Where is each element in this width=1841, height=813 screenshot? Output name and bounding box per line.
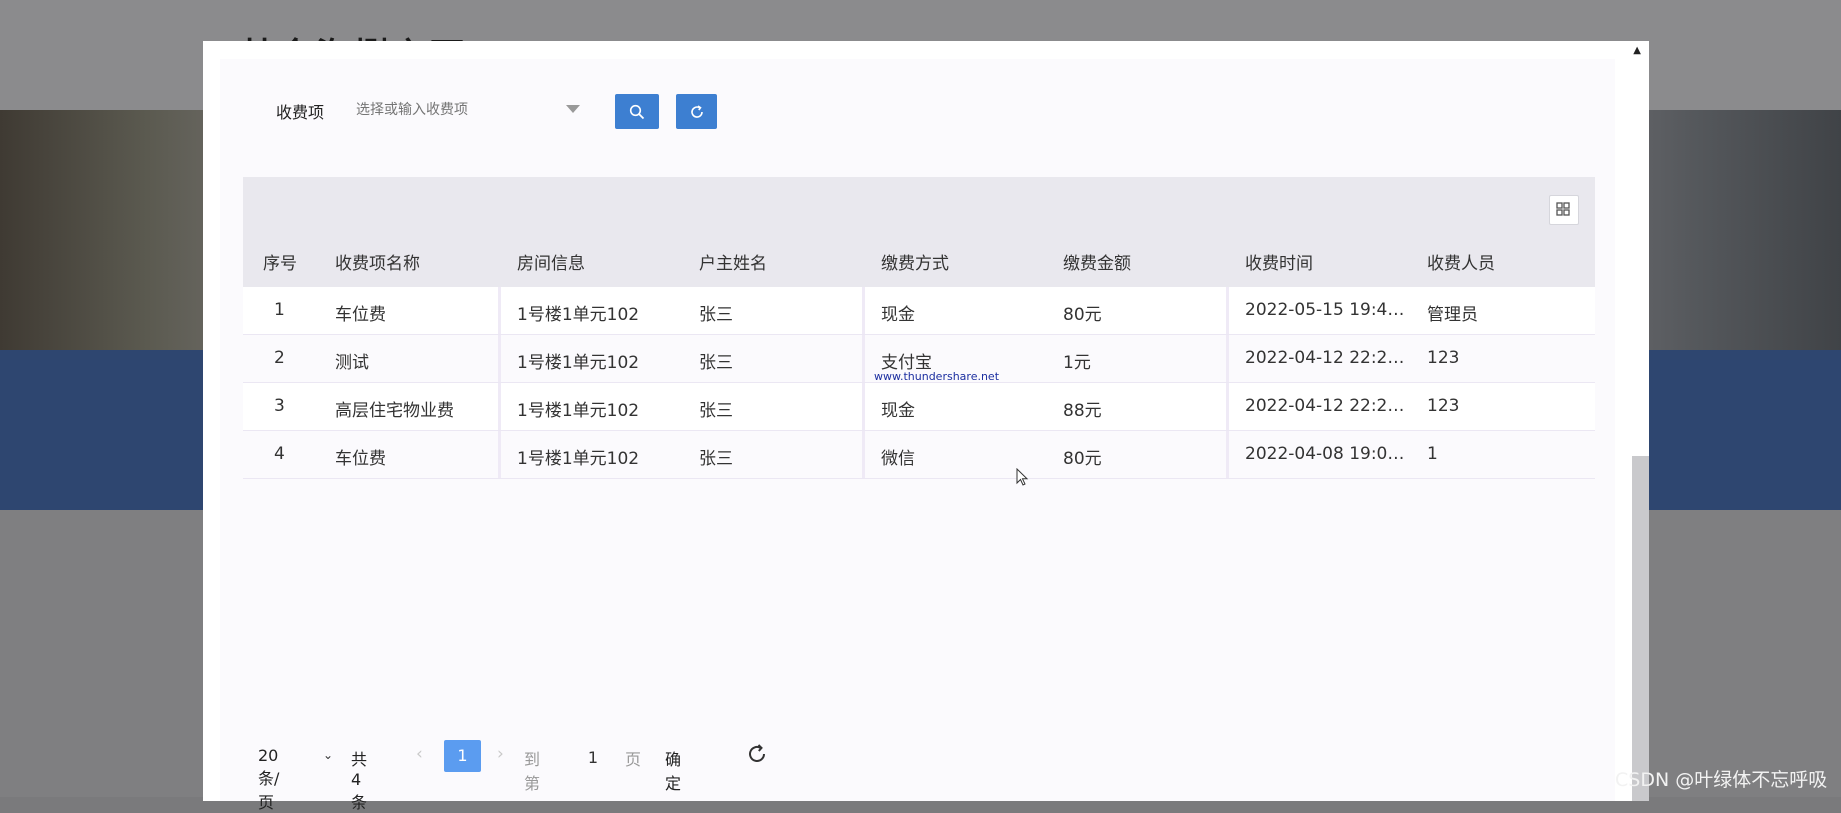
table-header: 序号 收费项名称 房间信息 户主姓名 缴费方式 缴费金额 收费时间 收费人员 xyxy=(243,177,1595,287)
cell-charge-item: 车位费 xyxy=(335,449,386,469)
table-row[interactable]: 3 高层住宅物业费 1号楼1单元102 张三 现金 88元 2022-04-12… xyxy=(243,383,1595,431)
cell-owner: 张三 xyxy=(699,401,733,421)
charge-records-modal: ▲ 收费项 选择或输入收费项 序号 收费项名称 房间信息 户主姓名 缴费方式 缴… xyxy=(203,41,1649,801)
column-divider xyxy=(1226,287,1229,334)
table-row[interactable]: 1 车位费 1号楼1单元102 张三 现金 80元 2022-05-15 19:… xyxy=(243,287,1595,335)
cell-collector: 1 xyxy=(1427,444,1438,464)
column-header-charge-time[interactable]: 收费时间 xyxy=(1245,249,1313,274)
search-button[interactable] xyxy=(615,94,659,129)
charge-item-select-input[interactable] xyxy=(354,89,598,131)
total-count: 共 4 条 xyxy=(351,750,368,812)
column-header-owner[interactable]: 户主姓名 xyxy=(699,249,767,274)
refresh-button[interactable] xyxy=(676,94,717,129)
cell-amount: 80元 xyxy=(1063,305,1102,325)
column-divider xyxy=(1226,431,1229,478)
cell-owner: 张三 xyxy=(699,353,733,373)
grid-icon xyxy=(1556,202,1570,216)
column-header-room[interactable]: 房间信息 xyxy=(517,249,585,274)
column-header-charge-item[interactable]: 收费项名称 xyxy=(335,249,420,274)
charge-records-table: 序号 收费项名称 房间信息 户主姓名 缴费方式 缴费金额 收费时间 收费人员 1… xyxy=(243,177,1595,479)
column-divider xyxy=(862,287,865,334)
source-credit: CSDN @叶绿体不忘呼吸 xyxy=(1615,769,1828,791)
charge-item-label: 收费项 xyxy=(276,103,325,122)
page-size-select[interactable]: 20 条/页 xyxy=(258,746,279,813)
cell-index: 1 xyxy=(274,300,285,320)
prev-page-icon[interactable]: ‹ xyxy=(416,744,423,764)
cell-charge-item: 车位费 xyxy=(335,305,386,325)
column-divider xyxy=(498,431,501,478)
column-divider xyxy=(862,335,865,382)
cell-collector: 管理员 xyxy=(1427,305,1478,325)
page-unit-label: 页 xyxy=(625,750,642,769)
cell-payment-method: 微信 xyxy=(881,449,915,469)
content-panel: 收费项 选择或输入收费项 序号 收费项名称 房间信息 户主姓名 缴费方式 缴费金… xyxy=(220,59,1615,801)
cell-charge-time: 2022-04-12 22:2… xyxy=(1245,396,1405,416)
refresh-icon[interactable] xyxy=(745,742,769,766)
column-divider xyxy=(1226,335,1229,382)
column-header-index[interactable]: 序号 xyxy=(263,249,297,274)
cell-charge-time: 2022-04-12 22:2… xyxy=(1245,348,1405,368)
cell-index: 3 xyxy=(274,396,285,416)
cell-room: 1号楼1单元102 xyxy=(517,305,640,325)
cell-payment-method: 现金 xyxy=(881,401,915,421)
column-divider xyxy=(498,335,501,382)
dropdown-caret-icon[interactable] xyxy=(566,105,580,113)
cell-amount: 88元 xyxy=(1063,401,1102,421)
cell-charge-item: 高层住宅物业费 xyxy=(335,401,454,421)
column-header-amount[interactable]: 缴费金额 xyxy=(1063,249,1131,274)
next-page-icon[interactable]: › xyxy=(497,744,504,764)
cell-index: 2 xyxy=(274,348,285,368)
goto-page-input[interactable] xyxy=(580,740,606,774)
mouse-cursor-icon xyxy=(1016,468,1029,486)
cell-owner: 张三 xyxy=(699,449,733,469)
column-header-collector[interactable]: 收费人员 xyxy=(1427,249,1495,274)
cell-charge-time: 2022-05-15 19:4… xyxy=(1245,300,1405,320)
goto-confirm-button[interactable]: 确定 xyxy=(665,746,681,794)
scroll-up-arrow-icon[interactable]: ▲ xyxy=(1633,45,1641,56)
cell-charge-item: 测试 xyxy=(335,353,369,373)
cell-room: 1号楼1单元102 xyxy=(517,353,640,373)
cell-collector: 123 xyxy=(1427,348,1460,368)
page-number-current[interactable]: 1 xyxy=(444,740,481,772)
modal-scrollbar[interactable] xyxy=(1632,456,1649,801)
cell-room: 1号楼1单元102 xyxy=(517,401,640,421)
column-divider xyxy=(1226,383,1229,430)
chevron-down-icon[interactable]: ⌄ xyxy=(323,748,333,762)
cell-owner: 张三 xyxy=(699,305,733,325)
cell-collector: 123 xyxy=(1427,396,1460,416)
column-divider xyxy=(498,287,501,334)
cell-payment-method: 现金 xyxy=(881,305,915,325)
table-body: 1 车位费 1号楼1单元102 张三 现金 80元 2022-05-15 19:… xyxy=(243,287,1595,479)
cell-room: 1号楼1单元102 xyxy=(517,449,640,469)
cell-charge-time: 2022-04-08 19:0… xyxy=(1245,444,1405,464)
goto-label: 到第 xyxy=(524,750,541,793)
watermark-text: www.thundershare.net xyxy=(874,370,1000,383)
cell-amount: 80元 xyxy=(1063,449,1102,469)
refresh-icon xyxy=(690,104,703,118)
column-divider xyxy=(862,431,865,478)
column-settings-button[interactable] xyxy=(1549,195,1579,225)
column-divider xyxy=(498,383,501,430)
table-row[interactable]: 4 车位费 1号楼1单元102 张三 微信 80元 2022-04-08 19:… xyxy=(243,431,1595,479)
search-icon xyxy=(629,104,645,119)
cell-index: 4 xyxy=(274,444,285,464)
column-divider xyxy=(862,383,865,430)
column-header-payment-method[interactable]: 缴费方式 xyxy=(881,249,949,274)
cell-amount: 1元 xyxy=(1063,353,1091,373)
